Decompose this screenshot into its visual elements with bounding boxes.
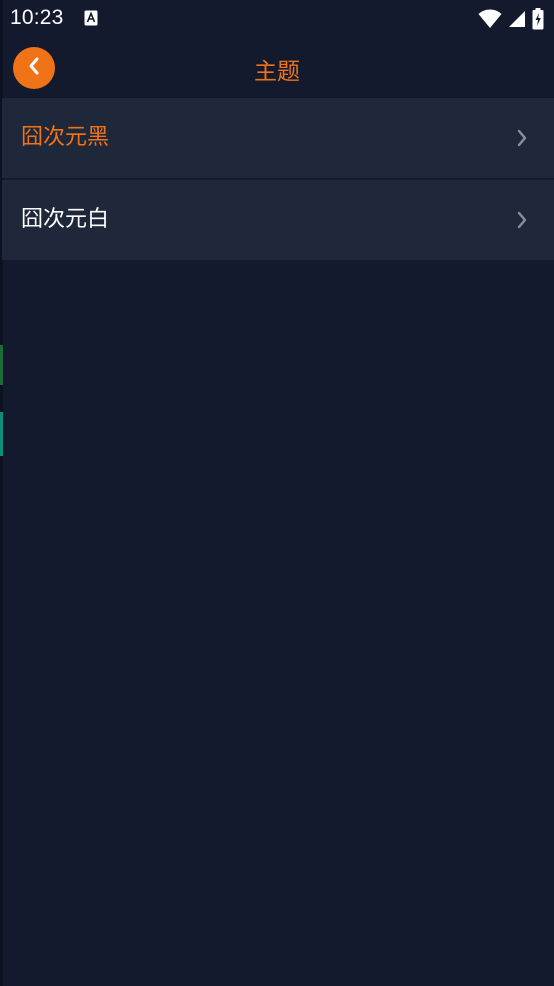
theme-option-label: 囧次元白 [21, 207, 110, 232]
chevron-right-icon [516, 129, 528, 147]
theme-screen: 10:23 主题 囧次元黑 囧次元白 [0, 0, 554, 986]
theme-list: 囧次元黑 囧次元白 [2, 98, 554, 262]
status-bar: 10:23 [0, 0, 554, 38]
status-icons [478, 8, 544, 30]
page-title: 主题 [254, 59, 300, 85]
keyboard-a-icon [84, 10, 98, 26]
battery-charging-icon [532, 8, 544, 30]
wifi-icon [478, 9, 502, 29]
theme-option-white[interactable]: 囧次元白 [2, 180, 554, 260]
chevron-right-icon [516, 211, 528, 229]
signal-icon [508, 10, 526, 28]
theme-option-label: 囧次元黑 [21, 125, 110, 150]
status-time: 10:23 [10, 6, 64, 29]
edge-mark-green [0, 345, 3, 385]
app-header: 主题 [0, 38, 554, 96]
edge-mark-teal [0, 412, 3, 456]
theme-option-black[interactable]: 囧次元黑 [2, 98, 554, 178]
